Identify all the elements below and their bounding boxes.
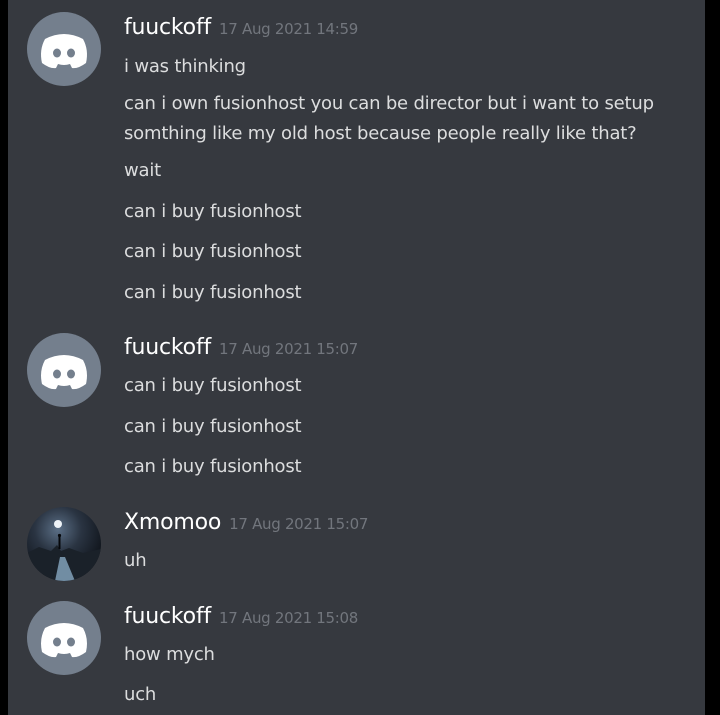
username[interactable]: fuuckoff bbox=[124, 604, 211, 629]
message-header: fuuckoff 17 Aug 2021 14:59 bbox=[124, 15, 358, 40]
user-avatar[interactable] bbox=[27, 12, 101, 86]
message-text: uch bbox=[124, 684, 157, 705]
message-text: how mych bbox=[124, 644, 215, 665]
night-landscape-photo bbox=[27, 507, 101, 581]
message-text: can i buy fusionhost bbox=[124, 456, 302, 477]
message-header: fuuckoff 17 Aug 2021 15:08 bbox=[124, 604, 358, 629]
message-text: somthing like my old host because people… bbox=[124, 123, 637, 144]
discord-logo-icon bbox=[41, 355, 87, 390]
message-header: Xmomoo 17 Aug 2021 15:07 bbox=[124, 510, 368, 535]
username[interactable]: fuuckoff bbox=[124, 15, 211, 40]
message-text: can i buy fusionhost bbox=[124, 375, 302, 396]
timestamp[interactable]: 17 Aug 2021 15:07 bbox=[229, 515, 368, 533]
message-text: can i buy fusionhost bbox=[124, 416, 302, 437]
chat-messages-pane: fuuckoff 17 Aug 2021 14:59 i was thinking… bbox=[8, 0, 705, 715]
timestamp[interactable]: 17 Aug 2021 15:08 bbox=[219, 609, 358, 627]
timestamp[interactable]: 17 Aug 2021 14:59 bbox=[219, 20, 358, 38]
username[interactable]: fuuckoff bbox=[124, 335, 211, 360]
message-text: i was thinking bbox=[124, 56, 246, 77]
message-text: can i own fusionhost you can be director… bbox=[124, 93, 654, 114]
message-text: wait bbox=[124, 160, 162, 181]
message-text: can i buy fusionhost bbox=[124, 282, 302, 303]
user-avatar[interactable] bbox=[27, 333, 101, 407]
user-avatar[interactable] bbox=[27, 601, 101, 675]
discord-logo-icon bbox=[41, 623, 87, 658]
discord-logo-icon bbox=[41, 34, 87, 69]
username[interactable]: Xmomoo bbox=[124, 510, 221, 535]
message-header: fuuckoff 17 Aug 2021 15:07 bbox=[124, 335, 358, 360]
timestamp[interactable]: 17 Aug 2021 15:07 bbox=[219, 340, 358, 358]
message-text: uh bbox=[124, 550, 147, 571]
message-text: can i buy fusionhost bbox=[124, 201, 302, 222]
message-text: can i buy fusionhost bbox=[124, 241, 302, 262]
user-avatar[interactable] bbox=[27, 507, 101, 581]
